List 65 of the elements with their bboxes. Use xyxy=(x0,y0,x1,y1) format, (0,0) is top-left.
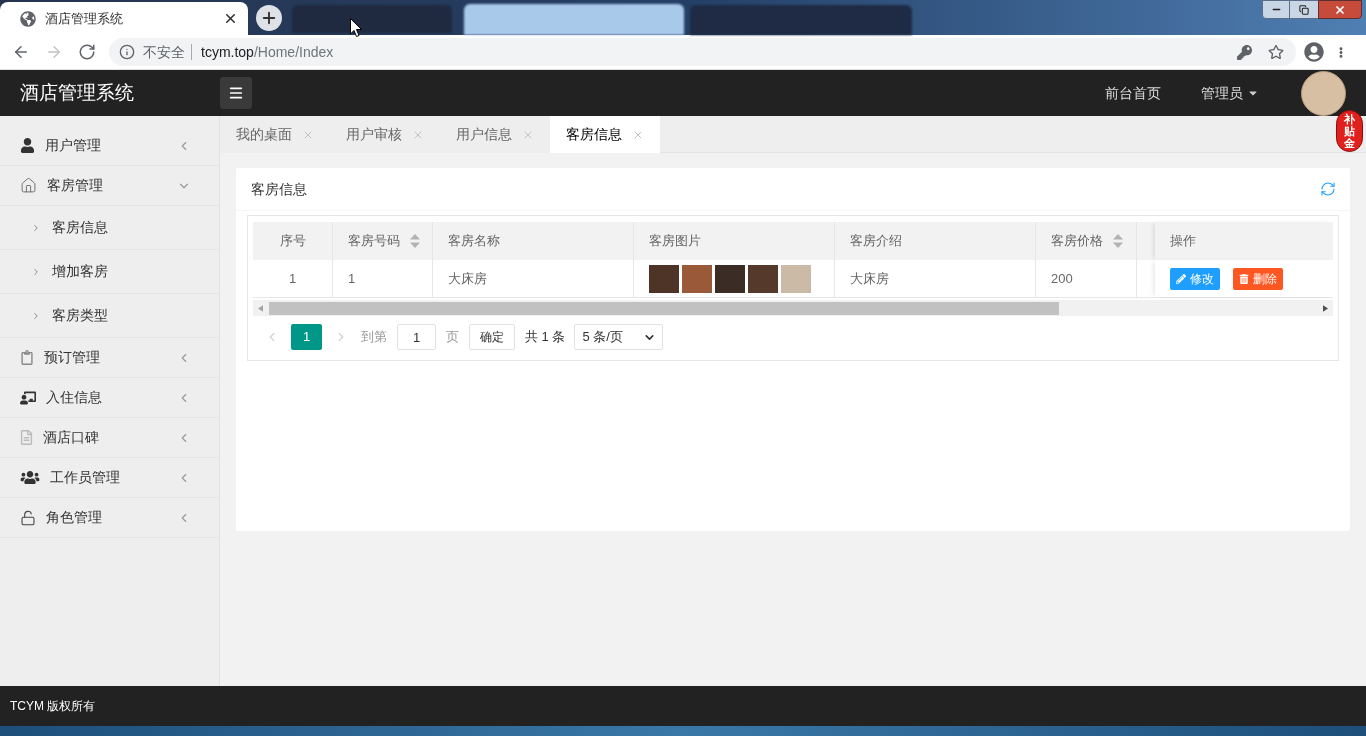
total-count: 共 1 条 xyxy=(525,328,566,347)
chevron-right-icon xyxy=(31,266,41,277)
card-title: 客房信息 xyxy=(251,179,307,199)
menu-button[interactable] xyxy=(220,77,252,109)
security-label: 不安全 xyxy=(143,42,185,62)
address-bar[interactable]: 不安全 tcym.top/Home/Index xyxy=(109,38,1296,66)
back-icon[interactable] xyxy=(12,43,30,61)
close-button[interactable] xyxy=(1318,0,1362,19)
page-tab[interactable]: 客房信息 xyxy=(550,116,660,153)
table-cell: 200 xyxy=(1036,260,1137,297)
lock-icon xyxy=(20,509,36,526)
column-header: 操作 xyxy=(1155,222,1333,260)
photo-placeholder xyxy=(715,264,745,293)
avatar[interactable] xyxy=(1301,70,1346,116)
page-size-select[interactable]: 5 条/页 xyxy=(574,324,664,350)
document-icon xyxy=(20,430,33,445)
pencil-icon xyxy=(1176,273,1186,284)
page-unit: 页 xyxy=(446,328,459,347)
user-menu[interactable]: 管理员 xyxy=(1181,82,1281,104)
close-icon xyxy=(1334,3,1346,16)
star-icon[interactable] xyxy=(1268,44,1284,60)
key-icon[interactable] xyxy=(1237,44,1252,60)
sort-icon[interactable] xyxy=(410,234,420,248)
clipboard-icon xyxy=(20,350,34,365)
photo-placeholder xyxy=(649,264,679,293)
globe-icon xyxy=(20,10,36,27)
horizontal-scrollbar[interactable] xyxy=(253,300,1333,316)
table-cell: 1 xyxy=(333,260,433,297)
info-icon xyxy=(119,44,135,60)
copyright-text: TCYM 版权所有 xyxy=(10,698,96,715)
browser-tab[interactable]: 酒店管理系统 xyxy=(0,2,248,35)
photo-placeholder xyxy=(682,264,712,293)
close-icon[interactable] xyxy=(223,11,238,26)
scroll-left-icon[interactable] xyxy=(258,304,263,312)
url-text: tcym.top/Home/Index xyxy=(201,42,334,62)
board-icon xyxy=(20,390,36,405)
reload-icon[interactable] xyxy=(78,43,96,61)
page-button[interactable]: 1 xyxy=(291,324,322,350)
restore-icon xyxy=(1299,4,1309,15)
minimize-button[interactable] xyxy=(1262,0,1290,19)
account-icon[interactable] xyxy=(1304,42,1324,62)
page-input[interactable]: 1 xyxy=(397,324,436,350)
table-cell: 大床房 xyxy=(433,260,634,297)
goto-label: 到第 xyxy=(361,328,387,347)
scrollbar-thumb[interactable] xyxy=(269,301,1059,315)
table-cell: 大床房 xyxy=(835,260,1036,297)
users-icon xyxy=(20,470,40,485)
chevron-right-icon xyxy=(31,310,41,321)
trash-icon xyxy=(1239,273,1249,284)
confirm-button[interactable]: 确定 xyxy=(469,324,515,350)
restore-button[interactable] xyxy=(1290,0,1318,19)
user-icon xyxy=(20,138,35,153)
blurred-tab[interactable] xyxy=(464,4,684,35)
sort-icon[interactable] xyxy=(1113,234,1123,248)
house-icon xyxy=(20,177,37,194)
app-title: 酒店管理系统 xyxy=(19,80,135,105)
scroll-right-icon[interactable] xyxy=(1323,304,1328,312)
menu-icon xyxy=(228,85,244,101)
chevron-right-icon xyxy=(31,222,41,233)
photo-placeholder xyxy=(781,264,811,293)
nav-link[interactable]: 前台首页 xyxy=(1085,82,1181,104)
photo-placeholder xyxy=(748,264,778,293)
table-cell: 1 xyxy=(253,260,333,297)
refresh-icon[interactable] xyxy=(1320,181,1336,197)
new-tab-button[interactable] xyxy=(256,4,282,31)
